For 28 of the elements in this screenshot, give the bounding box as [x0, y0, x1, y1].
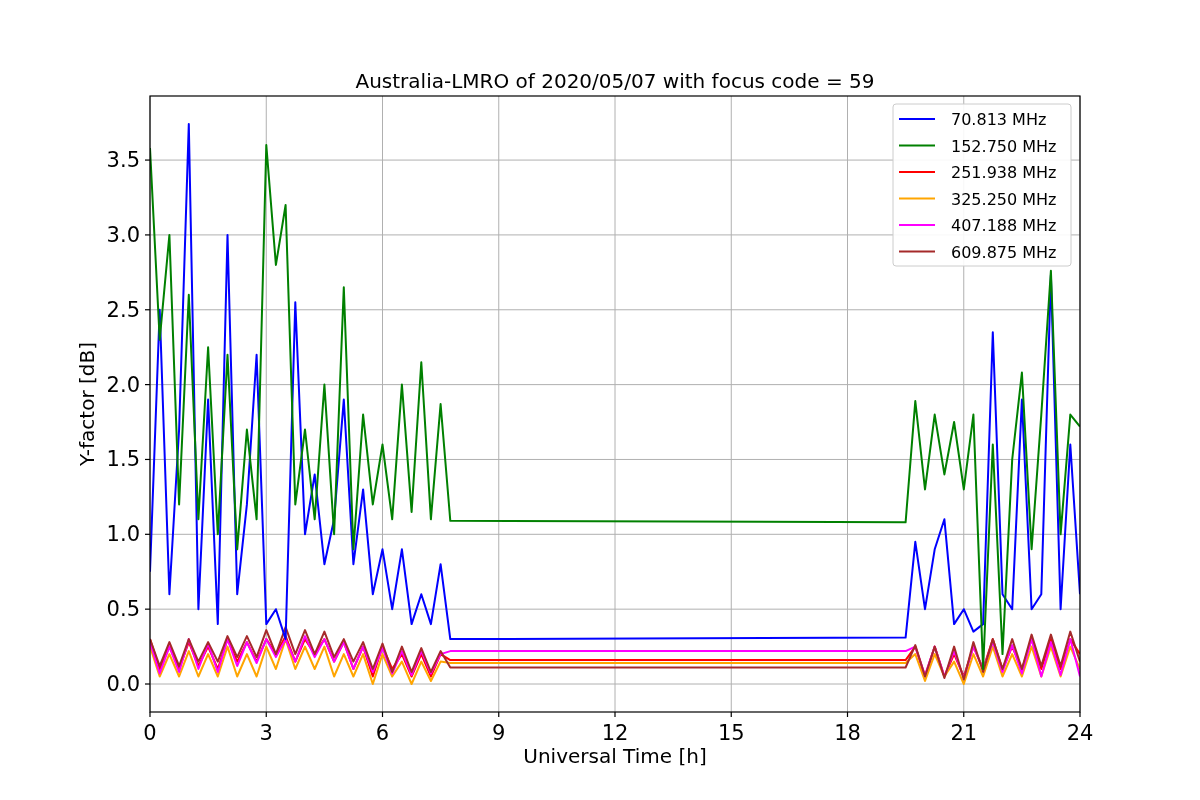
- tick-label: 6: [375, 721, 390, 745]
- x-axis-label: Universal Time [h]: [523, 744, 707, 768]
- tick-label: 0.0: [106, 672, 140, 696]
- tick-label: 18: [834, 721, 861, 745]
- line-series: [150, 638, 1080, 685]
- legend-label: 152.750 MHz: [951, 136, 1057, 156]
- chart-title: Australia-LMRO of 2020/05/07 with focus code = 59: [355, 69, 875, 93]
- tick-label: 3.0: [106, 222, 140, 247]
- tick-label: 3: [259, 721, 273, 745]
- tick-label: 2.5: [106, 297, 140, 322]
- tick-label: 3.5: [106, 148, 140, 173]
- y-axis-label: Y-factor [dB]: [75, 342, 99, 466]
- tick-label: 21: [950, 721, 978, 745]
- line-series: [150, 626, 1080, 681]
- legend-label: 251.938 MHz: [951, 163, 1057, 182]
- tick-label: 0: [143, 721, 157, 745]
- legend-label: 407.188 MHz: [951, 216, 1057, 235]
- tick-label: 9: [492, 721, 506, 745]
- legend-label: 70.813 MHz: [951, 110, 1047, 129]
- tick-label: 24: [1066, 721, 1094, 745]
- tick-label: 12: [601, 721, 629, 745]
- legend-label: 609.875 MHz: [951, 242, 1057, 262]
- tick-label: 15: [717, 721, 745, 745]
- tick-label: 0.5: [106, 597, 140, 622]
- legend-label: 325.250 MHz: [951, 189, 1057, 209]
- tick-label: 1.0: [106, 522, 140, 547]
- tick-label: 2.0: [106, 372, 140, 397]
- tick-label: 1.5: [106, 447, 140, 472]
